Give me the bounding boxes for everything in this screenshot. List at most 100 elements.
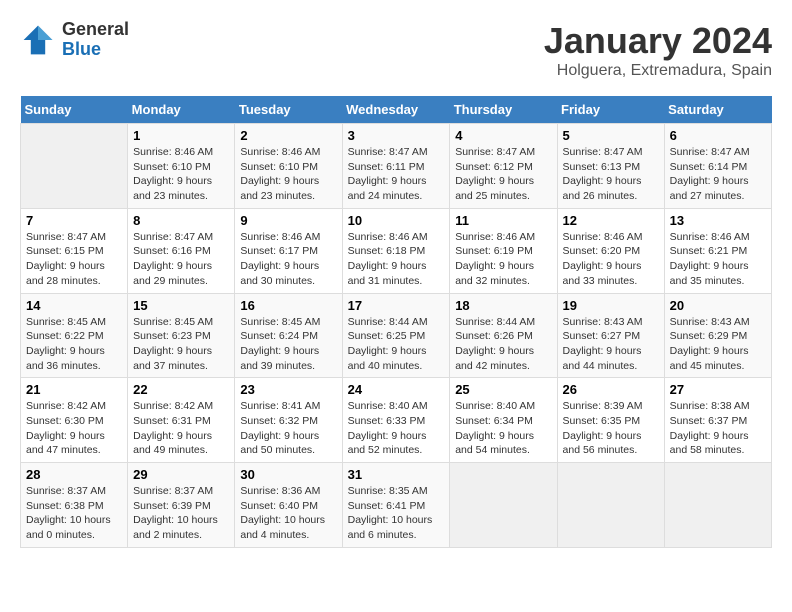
week-row-3: 14Sunrise: 8:45 AMSunset: 6:22 PMDayligh… bbox=[21, 293, 772, 378]
day-info: Sunrise: 8:45 AMSunset: 6:22 PMDaylight:… bbox=[26, 315, 122, 374]
day-number: 31 bbox=[348, 467, 445, 482]
week-row-5: 28Sunrise: 8:37 AMSunset: 6:38 PMDayligh… bbox=[21, 463, 772, 548]
day-number: 12 bbox=[563, 213, 659, 228]
day-cell: 14Sunrise: 8:45 AMSunset: 6:22 PMDayligh… bbox=[21, 293, 128, 378]
header-cell-tuesday: Tuesday bbox=[235, 96, 342, 124]
day-number: 15 bbox=[133, 298, 229, 313]
day-cell bbox=[450, 463, 557, 548]
day-info: Sunrise: 8:45 AMSunset: 6:24 PMDaylight:… bbox=[240, 315, 336, 374]
day-number: 24 bbox=[348, 382, 445, 397]
day-number: 20 bbox=[670, 298, 766, 313]
day-cell: 1 Sunrise: 8:46 AMSunset: 6:10 PMDaylight… bbox=[128, 124, 235, 209]
day-number: 13 bbox=[670, 213, 766, 228]
day-info: Sunrise: 8:46 AMSunset: 6:17 PMDaylight:… bbox=[240, 230, 336, 289]
day-number: 21 bbox=[26, 382, 122, 397]
day-number: 18 bbox=[455, 298, 551, 313]
day-cell: 9Sunrise: 8:46 AMSunset: 6:17 PMDaylight… bbox=[235, 208, 342, 293]
calendar-header: SundayMondayTuesdayWednesdayThursdayFrid… bbox=[21, 96, 772, 124]
day-info: Sunrise: 8:37 AMSunset: 6:39 PMDaylight:… bbox=[133, 484, 229, 543]
header-cell-sunday: Sunday bbox=[21, 96, 128, 124]
day-cell: 30 Sunrise: 8:36 AMSunset: 6:40 PMDayligh… bbox=[235, 463, 342, 548]
day-info: Sunrise: 8:47 AMSunset: 6:16 PMDaylight:… bbox=[133, 230, 229, 289]
day-cell: 8 Sunrise: 8:47 AMSunset: 6:16 PMDaylight… bbox=[128, 208, 235, 293]
day-number: 29 bbox=[133, 467, 229, 482]
day-number: 16 bbox=[240, 298, 336, 313]
day-number: 26 bbox=[563, 382, 659, 397]
day-number: 8 bbox=[133, 213, 229, 228]
week-row-1: 1 Sunrise: 8:46 AMSunset: 6:10 PMDaylight… bbox=[21, 124, 772, 209]
day-info: Sunrise: 8:42 AMSunset: 6:30 PMDaylight:… bbox=[26, 399, 122, 458]
day-info: Sunrise: 8:42 AMSunset: 6:31 PMDaylight:… bbox=[133, 399, 229, 458]
day-cell: 12 Sunrise: 8:46 AMSunset: 6:20 PMDayligh… bbox=[557, 208, 664, 293]
day-number: 2 bbox=[240, 128, 336, 143]
day-cell: 4 Sunrise: 8:47 AMSunset: 6:12 PMDaylight… bbox=[450, 124, 557, 209]
day-cell: 16 Sunrise: 8:45 AMSunset: 6:24 PMDayligh… bbox=[235, 293, 342, 378]
day-info: Sunrise: 8:47 AMSunset: 6:12 PMDaylight:… bbox=[455, 145, 551, 204]
week-row-4: 21 Sunrise: 8:42 AMSunset: 6:30 PMDayligh… bbox=[21, 378, 772, 463]
day-cell: 13 Sunrise: 8:46 AMSunset: 6:21 PMDayligh… bbox=[664, 208, 771, 293]
header-cell-wednesday: Wednesday bbox=[342, 96, 450, 124]
day-number: 27 bbox=[670, 382, 766, 397]
day-info: Sunrise: 8:46 AMSunset: 6:20 PMDaylight:… bbox=[563, 230, 659, 289]
day-number: 23 bbox=[240, 382, 336, 397]
day-info: Sunrise: 8:46 AMSunset: 6:18 PMDaylight:… bbox=[348, 230, 445, 289]
day-cell: 29 Sunrise: 8:37 AMSunset: 6:39 PMDayligh… bbox=[128, 463, 235, 548]
calendar-table: SundayMondayTuesdayWednesdayThursdayFrid… bbox=[20, 96, 772, 548]
day-cell: 5 Sunrise: 8:47 AMSunset: 6:13 PMDaylight… bbox=[557, 124, 664, 209]
day-cell: 11 Sunrise: 8:46 AMSunset: 6:19 PMDayligh… bbox=[450, 208, 557, 293]
day-cell bbox=[21, 124, 128, 209]
day-cell: 3Sunrise: 8:47 AMSunset: 6:11 PMDaylight… bbox=[342, 124, 450, 209]
day-cell: 7Sunrise: 8:47 AMSunset: 6:15 PMDaylight… bbox=[21, 208, 128, 293]
logo-blue: Blue bbox=[62, 39, 101, 59]
day-info: Sunrise: 8:44 AMSunset: 6:25 PMDaylight:… bbox=[348, 315, 445, 374]
day-number: 10 bbox=[348, 213, 445, 228]
day-cell: 27 Sunrise: 8:38 AMSunset: 6:37 PMDayligh… bbox=[664, 378, 771, 463]
day-cell bbox=[557, 463, 664, 548]
logo-icon bbox=[20, 22, 56, 58]
day-info: Sunrise: 8:39 AMSunset: 6:35 PMDaylight:… bbox=[563, 399, 659, 458]
day-info: Sunrise: 8:47 AMSunset: 6:13 PMDaylight:… bbox=[563, 145, 659, 204]
day-number: 11 bbox=[455, 213, 551, 228]
week-row-2: 7Sunrise: 8:47 AMSunset: 6:15 PMDaylight… bbox=[21, 208, 772, 293]
day-info: Sunrise: 8:38 AMSunset: 6:37 PMDaylight:… bbox=[670, 399, 766, 458]
day-number: 19 bbox=[563, 298, 659, 313]
day-cell: 23Sunrise: 8:41 AMSunset: 6:32 PMDayligh… bbox=[235, 378, 342, 463]
day-cell: 22 Sunrise: 8:42 AMSunset: 6:31 PMDayligh… bbox=[128, 378, 235, 463]
day-info: Sunrise: 8:46 AMSunset: 6:10 PMDaylight:… bbox=[133, 145, 229, 204]
logo: General Blue bbox=[20, 20, 129, 60]
day-info: Sunrise: 8:46 AMSunset: 6:10 PMDaylight:… bbox=[240, 145, 336, 204]
day-number: 1 bbox=[133, 128, 229, 143]
day-info: Sunrise: 8:35 AMSunset: 6:41 PMDaylight:… bbox=[348, 484, 445, 543]
day-info: Sunrise: 8:43 AMSunset: 6:27 PMDaylight:… bbox=[563, 315, 659, 374]
day-info: Sunrise: 8:43 AMSunset: 6:29 PMDaylight:… bbox=[670, 315, 766, 374]
title-block: January 2024 Holguera, Extremadura, Spai… bbox=[544, 20, 772, 80]
calendar-body: 1 Sunrise: 8:46 AMSunset: 6:10 PMDaylight… bbox=[21, 124, 772, 548]
day-info: Sunrise: 8:45 AMSunset: 6:23 PMDaylight:… bbox=[133, 315, 229, 374]
page-header: General Blue January 2024 Holguera, Extr… bbox=[20, 20, 772, 80]
day-cell: 28Sunrise: 8:37 AMSunset: 6:38 PMDayligh… bbox=[21, 463, 128, 548]
day-cell: 10 Sunrise: 8:46 AMSunset: 6:18 PMDayligh… bbox=[342, 208, 450, 293]
day-info: Sunrise: 8:46 AMSunset: 6:19 PMDaylight:… bbox=[455, 230, 551, 289]
day-info: Sunrise: 8:40 AMSunset: 6:34 PMDaylight:… bbox=[455, 399, 551, 458]
logo-general: General bbox=[62, 19, 129, 39]
day-cell: 17 Sunrise: 8:44 AMSunset: 6:25 PMDayligh… bbox=[342, 293, 450, 378]
day-info: Sunrise: 8:46 AMSunset: 6:21 PMDaylight:… bbox=[670, 230, 766, 289]
header-cell-friday: Friday bbox=[557, 96, 664, 124]
header-row: SundayMondayTuesdayWednesdayThursdayFrid… bbox=[21, 96, 772, 124]
day-number: 22 bbox=[133, 382, 229, 397]
header-cell-saturday: Saturday bbox=[664, 96, 771, 124]
day-number: 17 bbox=[348, 298, 445, 313]
month-title: January 2024 bbox=[544, 20, 772, 62]
day-info: Sunrise: 8:36 AMSunset: 6:40 PMDaylight:… bbox=[240, 484, 336, 543]
day-cell: 21 Sunrise: 8:42 AMSunset: 6:30 PMDayligh… bbox=[21, 378, 128, 463]
day-number: 30 bbox=[240, 467, 336, 482]
logo-text: General Blue bbox=[62, 20, 129, 60]
day-cell: 25Sunrise: 8:40 AMSunset: 6:34 PMDayligh… bbox=[450, 378, 557, 463]
day-number: 4 bbox=[455, 128, 551, 143]
day-number: 28 bbox=[26, 467, 122, 482]
day-cell bbox=[664, 463, 771, 548]
day-info: Sunrise: 8:44 AMSunset: 6:26 PMDaylight:… bbox=[455, 315, 551, 374]
location: Holguera, Extremadura, Spain bbox=[544, 62, 772, 80]
day-number: 5 bbox=[563, 128, 659, 143]
day-cell: 19 Sunrise: 8:43 AMSunset: 6:27 PMDayligh… bbox=[557, 293, 664, 378]
